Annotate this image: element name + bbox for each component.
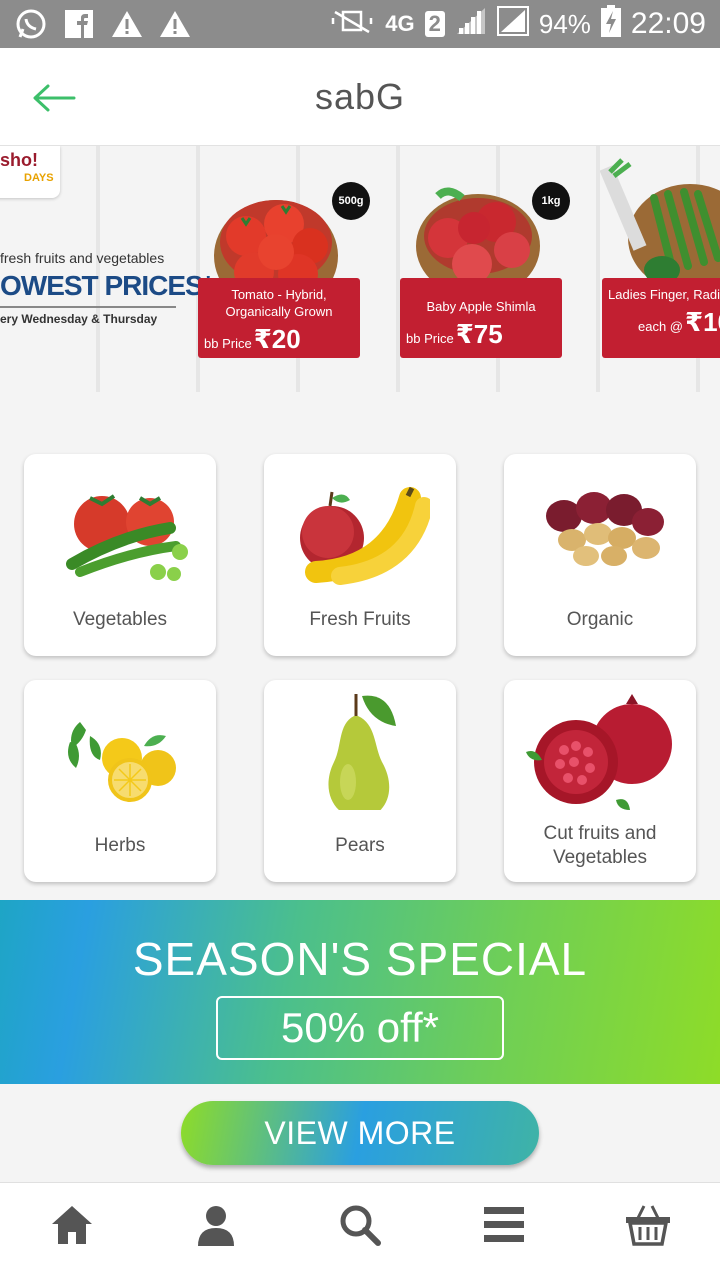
- clock: 22:09: [630, 7, 706, 40]
- app-bar: sabG: [0, 48, 720, 146]
- organic-icon: [546, 492, 664, 566]
- category-label: Pears: [335, 835, 385, 856]
- product-name: Tomato - Hybrid, Organically Grown: [225, 287, 333, 319]
- weight-badge: 1kg: [532, 182, 570, 220]
- status-bar: 4G 2 94% 22:09: [0, 0, 720, 48]
- herbs-icon: [68, 722, 176, 802]
- banner-divider: [0, 306, 176, 308]
- banner-line3: ery Wednesday & Thursday: [0, 312, 158, 326]
- category-label: Fresh Fruits: [309, 609, 411, 630]
- banner-tag: sho! DAYS: [0, 146, 60, 198]
- category-label: Cut fruits and Vegetables: [543, 823, 657, 868]
- price-prefix: each @: [638, 319, 683, 334]
- price-prefix: bb Price: [204, 336, 252, 351]
- banner-line2: OWEST PRICES*: [0, 270, 214, 301]
- category-grid: Vegetables Fresh Fruits Organic Herbs Pe…: [24, 454, 696, 882]
- category-card-vegetables[interactable]: Vegetables: [24, 454, 216, 656]
- category-card-herbs[interactable]: Herbs: [24, 680, 216, 882]
- battery-percent: 94%: [538, 8, 591, 39]
- promo-title: SEASON'S SPECIAL: [132, 933, 588, 985]
- pear-icon: [328, 694, 396, 810]
- category-label: Vegetables: [72, 609, 168, 630]
- price-value: ₹75: [455, 319, 503, 349]
- view-more-button[interactable]: VIEW MORE: [181, 1101, 539, 1165]
- whatsapp-icon: [14, 7, 48, 41]
- promo-offer: 50% off*: [216, 996, 504, 1060]
- vegetable-basket-image: [600, 158, 720, 292]
- product-name: Baby Apple Shimla: [426, 299, 536, 314]
- network-type: 4G: [385, 11, 415, 36]
- category-card-cut-fruits[interactable]: Cut fruits and Vegetables: [504, 680, 696, 882]
- home-icon[interactable]: [48, 1201, 96, 1249]
- category-card-organic[interactable]: Organic: [504, 454, 696, 656]
- category-card-fresh-fruits[interactable]: Fresh Fruits: [264, 454, 456, 656]
- category-card-pears[interactable]: Pears: [264, 680, 456, 882]
- banner-text: sho! DAYS fresh fruits and vegetables OW…: [0, 146, 214, 392]
- pomegranate-icon: [526, 694, 672, 810]
- warning-icon: [110, 7, 144, 41]
- fresh-fruits-icon: [300, 486, 430, 585]
- vegetables-icon: [66, 494, 188, 581]
- category-label: Organic: [566, 609, 634, 630]
- mute-icon: [329, 6, 375, 43]
- facebook-icon: [62, 7, 96, 41]
- page-title: sabG: [314, 76, 406, 117]
- price-value: ₹10: [685, 307, 720, 337]
- basket-icon[interactable]: [624, 1201, 672, 1249]
- sim-badge: 2: [424, 11, 445, 37]
- battery-charging-icon: [600, 4, 621, 44]
- banner-tag-sub: DAYS: [24, 172, 54, 184]
- signal-icon: [496, 5, 529, 43]
- signal-icon: [455, 6, 487, 43]
- weight-badge: 500g: [332, 182, 370, 220]
- price-tag: Baby Apple Shimla bb Price₹75: [400, 278, 562, 358]
- profile-icon[interactable]: [192, 1201, 240, 1249]
- promo-banner[interactable]: sho! DAYS fresh fruits and vegetables OW…: [0, 146, 720, 392]
- bottom-nav: [0, 1182, 720, 1280]
- price-tag: Ladies Finger, Radish & Capsicum - Gre e…: [602, 278, 720, 358]
- banner-line1: fresh fruits and vegetables: [0, 250, 165, 266]
- banner-tag-top: sho!: [0, 150, 38, 170]
- search-icon[interactable]: [336, 1201, 384, 1249]
- seasons-special-banner[interactable]: SEASON'S SPECIAL 50% off*: [0, 900, 720, 1084]
- warning-icon: [158, 7, 192, 41]
- price-prefix: bb Price: [406, 331, 454, 346]
- category-label: Herbs: [94, 835, 146, 856]
- menu-icon[interactable]: [480, 1201, 528, 1249]
- product-name: Ladies Finger, Radish & Capsicum - Gre: [608, 287, 720, 302]
- price-value: ₹20: [253, 324, 301, 354]
- price-tag: Tomato - Hybrid, Organically Grown bb Pr…: [198, 278, 360, 358]
